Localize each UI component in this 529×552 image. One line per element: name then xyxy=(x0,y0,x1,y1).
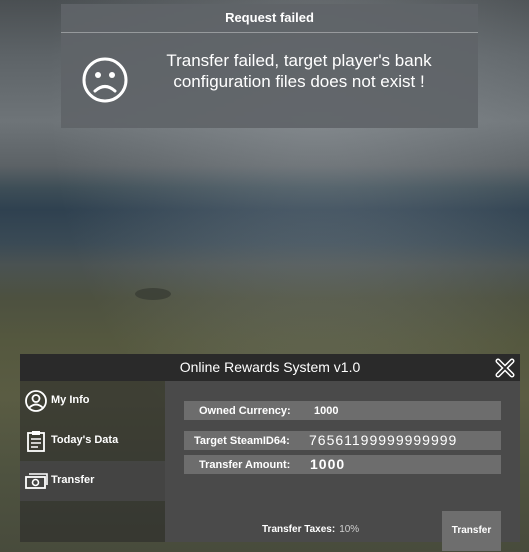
sidebar-item-todays-data[interactable]: Today's Data xyxy=(20,421,165,461)
transfer-amount-label: Transfer Amount: xyxy=(199,459,291,471)
sidebar-item-transfer[interactable]: Transfer xyxy=(20,461,165,501)
rewards-window: Online Rewards System v1.0 My Info Today… xyxy=(20,354,520,551)
transfer-amount-input[interactable]: 1000 xyxy=(310,456,345,472)
sad-face-icon xyxy=(82,57,128,103)
transfer-button[interactable]: Transfer xyxy=(442,511,501,551)
sidebar-item-label: Transfer xyxy=(51,474,95,486)
request-failed-notification: Request failed Transfer failed, target p… xyxy=(61,4,478,128)
user-circle-icon xyxy=(25,390,47,412)
background-rock xyxy=(135,288,171,300)
sidebar-item-label: My Info xyxy=(51,394,90,406)
money-icon xyxy=(25,473,48,489)
owned-currency-row: Owned Currency: 1000 xyxy=(184,401,501,420)
transfer-taxes-value: 10% xyxy=(339,524,360,535)
target-steamid-label: Target SteamID64: xyxy=(194,435,290,447)
target-steamid-field[interactable]: Target SteamID64: 76561199999999999 xyxy=(184,431,501,450)
close-x-icon[interactable] xyxy=(495,358,515,378)
transfer-taxes-label: Transfer Taxes: xyxy=(262,524,336,535)
notification-message: Transfer failed, target player's bank co… xyxy=(166,51,432,91)
sidebar: My Info Today's Data Transfer xyxy=(20,381,165,542)
target-steamid-input[interactable]: 76561199999999999 xyxy=(309,432,457,448)
transfer-panel: Owned Currency: 1000 Target SteamID64: 7… xyxy=(165,381,520,551)
transfer-taxes: Transfer Taxes: 10% xyxy=(262,524,359,535)
sidebar-item-my-info[interactable]: My Info xyxy=(20,381,165,421)
transfer-amount-field[interactable]: Transfer Amount: 1000 xyxy=(184,455,501,474)
owned-currency-value: 1000 xyxy=(314,405,339,417)
window-title: Online Rewards System v1.0 xyxy=(20,354,520,381)
owned-currency-label: Owned Currency: xyxy=(199,405,291,417)
notification-title: Request failed xyxy=(61,4,478,33)
clipboard-icon xyxy=(27,431,45,452)
sidebar-item-label: Today's Data xyxy=(51,434,119,446)
